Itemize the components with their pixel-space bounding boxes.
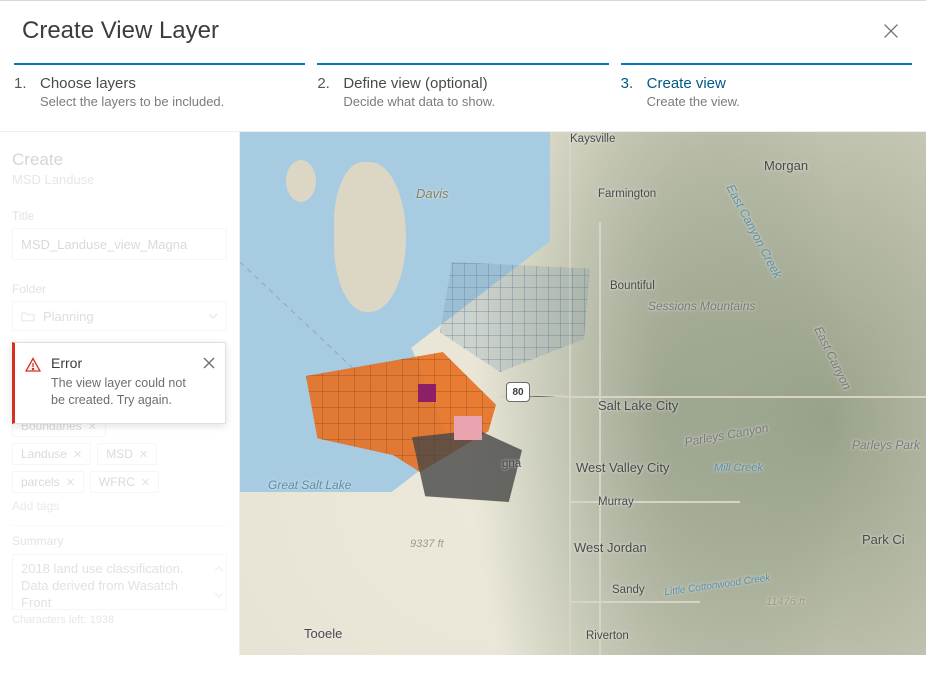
tag-chip[interactable]: MSD ✕ bbox=[97, 443, 157, 465]
tag-chip[interactable]: parcels ✕ bbox=[12, 471, 84, 493]
map-label: Sandy bbox=[612, 584, 645, 596]
panel-heading: Create bbox=[12, 150, 227, 170]
wizard-steps: 1. Choose layers Select the layers to be… bbox=[0, 65, 926, 131]
title-input[interactable] bbox=[12, 228, 227, 260]
step-title: Choose layers bbox=[40, 75, 224, 92]
warning-icon bbox=[25, 357, 41, 373]
map-label: Kaysville bbox=[570, 133, 615, 145]
map-label: Parleys Park bbox=[852, 438, 920, 452]
tag-remove-icon[interactable]: ✕ bbox=[66, 476, 75, 489]
chevron-down-icon bbox=[208, 311, 218, 321]
map-label: Bountiful bbox=[610, 280, 655, 292]
tag-remove-icon[interactable]: ✕ bbox=[73, 448, 82, 461]
map-label: Park Ci bbox=[862, 532, 905, 547]
textarea-scroll-icons[interactable] bbox=[214, 559, 224, 605]
tag-chip[interactable]: Landuse ✕ bbox=[12, 443, 91, 465]
map-label: Salt Lake City bbox=[598, 398, 678, 413]
step-progress bbox=[0, 63, 926, 65]
dialog-header: Create View Layer bbox=[0, 1, 926, 63]
title-label: Title bbox=[12, 209, 227, 223]
summary-textarea[interactable]: 2018 land use classification. Data deriv… bbox=[12, 554, 227, 610]
map-label: 11476 ft bbox=[766, 596, 805, 608]
map-label: Sessions Mountains bbox=[648, 300, 755, 313]
create-panel: Create MSD Landuse Title Folder Planning… bbox=[0, 132, 240, 655]
step-title: Create view bbox=[647, 75, 740, 92]
map-label: Morgan bbox=[764, 158, 808, 173]
map-label: Great Salt Lake bbox=[268, 478, 351, 492]
step-subtitle: Select the layers to be included. bbox=[40, 94, 224, 109]
map-canvas[interactable]: 80 Kaysville Morgan Davis Farmington Eas… bbox=[240, 132, 926, 655]
step-title: Define view (optional) bbox=[343, 75, 495, 92]
map-label: Davis bbox=[416, 186, 449, 201]
dialog-title: Create View Layer bbox=[22, 17, 219, 45]
step-choose-layers[interactable]: 1. Choose layers Select the layers to be… bbox=[14, 75, 305, 109]
chars-remaining: Characters left: 1938 bbox=[12, 614, 227, 626]
map-label: Mill Creek bbox=[714, 462, 763, 474]
folder-label: Folder bbox=[12, 282, 227, 296]
folder-select[interactable]: Planning bbox=[12, 301, 227, 331]
step-create-view[interactable]: 3. Create view Create the view. bbox=[621, 75, 912, 109]
close-icon[interactable] bbox=[880, 20, 902, 42]
folder-selected: Planning bbox=[43, 309, 94, 324]
toast-message: The view layer could not be created. Try… bbox=[51, 375, 193, 409]
step-subtitle: Decide what data to show. bbox=[343, 94, 495, 109]
add-tags-hint[interactable]: Add tags bbox=[12, 499, 227, 513]
highway-shield: 80 bbox=[506, 382, 530, 402]
map-label: Murray bbox=[598, 496, 634, 508]
tag-remove-icon[interactable]: ✕ bbox=[139, 448, 148, 461]
source-layer-name: MSD Landuse bbox=[12, 172, 227, 187]
map-label: West Valley City bbox=[576, 460, 669, 475]
summary-label: Summary bbox=[12, 534, 227, 548]
close-icon[interactable] bbox=[203, 357, 215, 369]
folder-icon bbox=[21, 311, 35, 322]
error-toast: Error The view layer could not be create… bbox=[12, 342, 226, 424]
map-label: gna bbox=[502, 458, 521, 470]
tags-row: parcels ✕ WFRC ✕ bbox=[12, 471, 227, 493]
map-label: Farmington bbox=[598, 188, 656, 200]
map-label: West Jordan bbox=[574, 540, 647, 555]
tags-row: Landuse ✕ MSD ✕ bbox=[12, 443, 227, 465]
map-label: 9337 ft bbox=[410, 538, 444, 550]
map-label: Riverton bbox=[586, 630, 629, 642]
tag-remove-icon[interactable]: ✕ bbox=[141, 476, 150, 489]
tag-chip[interactable]: WFRC ✕ bbox=[90, 471, 159, 493]
step-define-view[interactable]: 2. Define view (optional) Decide what da… bbox=[317, 75, 608, 109]
step-subtitle: Create the view. bbox=[647, 94, 740, 109]
map-label: Tooele bbox=[304, 626, 342, 641]
toast-title: Error bbox=[51, 355, 193, 371]
